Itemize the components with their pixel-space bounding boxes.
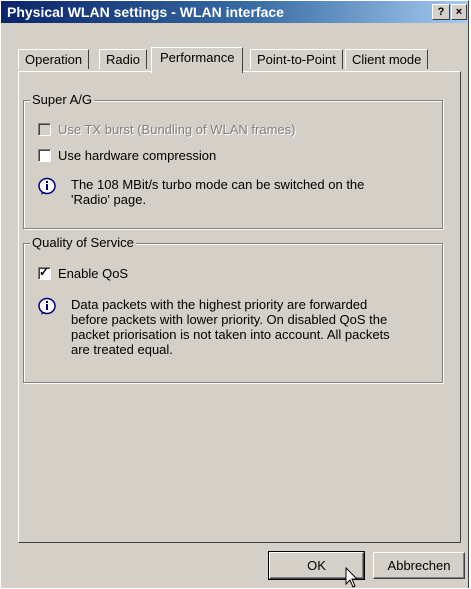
window-title: Physical WLAN settings - WLAN interface	[7, 4, 284, 20]
tab-label: Performance	[160, 50, 235, 65]
info-icon	[38, 297, 56, 315]
enable-qos-label: Enable QoS	[58, 265, 129, 281]
info-icon	[38, 177, 56, 195]
cancel-button-label: Abbrechen	[387, 558, 451, 573]
cancel-button[interactable]: Abbrechen	[373, 552, 465, 579]
tab-operation[interactable]: Operation	[18, 49, 90, 69]
info-line: The 108 MBit/s turbo mode can be switche…	[71, 177, 365, 192]
enable-qos-checkbox-row[interactable]: ✓ Enable QoS	[38, 265, 128, 281]
tab-client-mode[interactable]: Client mode	[345, 49, 429, 69]
close-button[interactable]: ×	[451, 4, 467, 20]
enable-qos-checkbox[interactable]: ✓	[38, 264, 51, 280]
group-title-qos: Quality of Service	[30, 235, 136, 251]
tx-burst-label: Use TX burst (Bundling of WLAN frames)	[58, 121, 296, 137]
hw-compression-label: Use hardware compression	[58, 147, 217, 163]
close-icon: ×	[455, 6, 463, 18]
info-line: are treated equal.	[71, 342, 173, 357]
tab-label: Radio	[106, 52, 140, 67]
info-line: 'Radio' page.	[71, 192, 147, 207]
ok-button-label: OK	[307, 558, 326, 573]
mouse-cursor-icon	[345, 567, 359, 588]
super-ag-info-text: The 108 MBit/s turbo mode can be switche…	[71, 177, 431, 207]
tab-label: Operation	[25, 52, 83, 67]
hw-compression-checkbox[interactable]	[38, 148, 51, 162]
info-line: before packets with lower priority. On d…	[71, 312, 388, 327]
title-bar[interactable]: Physical WLAN settings - WLAN interface …	[1, 1, 468, 23]
tx-burst-checkbox-row: Use TX burst (Bundling of WLAN frames)	[38, 121, 295, 137]
group-qos: Quality of Service ✓ Enable QoS Data pac…	[23, 235, 443, 383]
group-title-super-ag: Super A/G	[30, 92, 94, 108]
checkmark-icon: ✓	[39, 264, 50, 279]
tab-radio[interactable]: Radio	[99, 49, 147, 69]
tab-performance[interactable]: Performance	[151, 47, 244, 73]
help-icon: ?	[437, 6, 445, 18]
tab-point-to-point[interactable]: Point-to-Point	[250, 49, 343, 69]
tx-burst-checkbox	[38, 122, 51, 136]
dialog-window: Physical WLAN settings - WLAN interface …	[0, 0, 469, 588]
help-button[interactable]: ?	[432, 4, 450, 20]
hw-compression-checkbox-row[interactable]: Use hardware compression	[38, 147, 216, 163]
tab-label: Point-to-Point	[257, 52, 336, 67]
group-super-ag: Super A/G Use TX burst (Bundling of WLAN…	[23, 92, 443, 229]
info-line: Data packets with the highest priority a…	[71, 297, 368, 312]
info-line: packet priorisation is not taken into ac…	[71, 327, 390, 342]
qos-info-text: Data packets with the highest priority a…	[71, 297, 431, 357]
tab-label: Client mode	[352, 52, 422, 67]
